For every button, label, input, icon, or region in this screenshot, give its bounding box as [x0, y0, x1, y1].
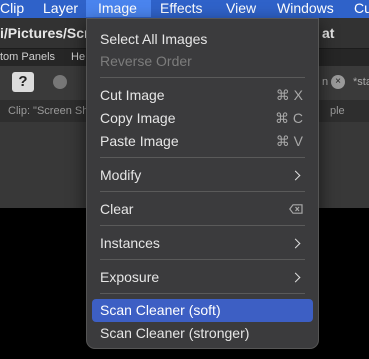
menu-windows[interactable]: Windows	[277, 0, 334, 17]
shortcut-label: ⌘ V	[275, 133, 303, 149]
menu-item-clear[interactable]: Clear	[92, 198, 313, 221]
menu-item-paste-image[interactable]: Paste Image ⌘ V	[92, 130, 313, 153]
menu-item-modify[interactable]: Modify	[92, 164, 313, 187]
delete-key-icon	[289, 204, 303, 214]
menu-item-exposure[interactable]: Exposure	[92, 266, 313, 289]
menu-item-copy-image[interactable]: Copy Image ⌘ C	[92, 107, 313, 130]
menu-item-select-all-images[interactable]: Select All Images	[92, 28, 313, 51]
menu-item-reverse-order: Reverse Order	[100, 53, 192, 69]
menu-item-cut-image[interactable]: Cut Image ⌘ X	[92, 84, 313, 107]
circle-icon[interactable]	[53, 75, 67, 89]
close-tab-icon[interactable]: ×	[331, 75, 345, 89]
menu-layer[interactable]: Layer	[43, 0, 78, 17]
menu-separator	[100, 77, 305, 78]
help-button[interactable]: ?	[12, 72, 34, 92]
menu-item-scan-cleaner-soft[interactable]: Scan Cleaner (soft)	[92, 299, 313, 322]
menu-separator	[100, 191, 305, 192]
menu-bar: Clip Layer Image Effects View Windows Cu	[0, 0, 369, 18]
shortcut-label: ⌘ X	[275, 87, 303, 103]
menu-separator	[100, 259, 305, 260]
file-path: i/Pictures/Scr	[0, 25, 90, 41]
menu-separator	[100, 157, 305, 158]
menu-item-scan-cleaner-stronger[interactable]: Scan Cleaner (stronger)	[92, 322, 313, 345]
chevron-right-icon	[290, 272, 301, 283]
image-menu: Select All Images Reverse Order Cut Imag…	[86, 18, 319, 349]
clip-label: Clip: "Screen Sh	[8, 105, 89, 117]
clip-label-right: ple	[330, 105, 345, 117]
tab-label-2: *sta	[353, 76, 369, 88]
menu-view[interactable]: View	[226, 0, 256, 17]
menu-clip[interactable]: Clip	[0, 0, 24, 17]
chevron-right-icon	[290, 238, 301, 249]
menu-separator	[100, 225, 305, 226]
menu-item-instances[interactable]: Instances	[92, 232, 313, 255]
custom-panels-tab[interactable]: tom Panels	[0, 49, 55, 66]
menu-effects[interactable]: Effects	[160, 0, 203, 17]
help-tab[interactable]: He	[71, 49, 85, 66]
tab-label: n	[322, 76, 329, 88]
menu-image[interactable]: Image	[86, 0, 151, 17]
menu-separator	[100, 293, 305, 294]
menu-custom[interactable]: Cu	[354, 0, 369, 17]
shortcut-label: ⌘ C	[275, 110, 303, 126]
chevron-right-icon	[290, 170, 301, 181]
